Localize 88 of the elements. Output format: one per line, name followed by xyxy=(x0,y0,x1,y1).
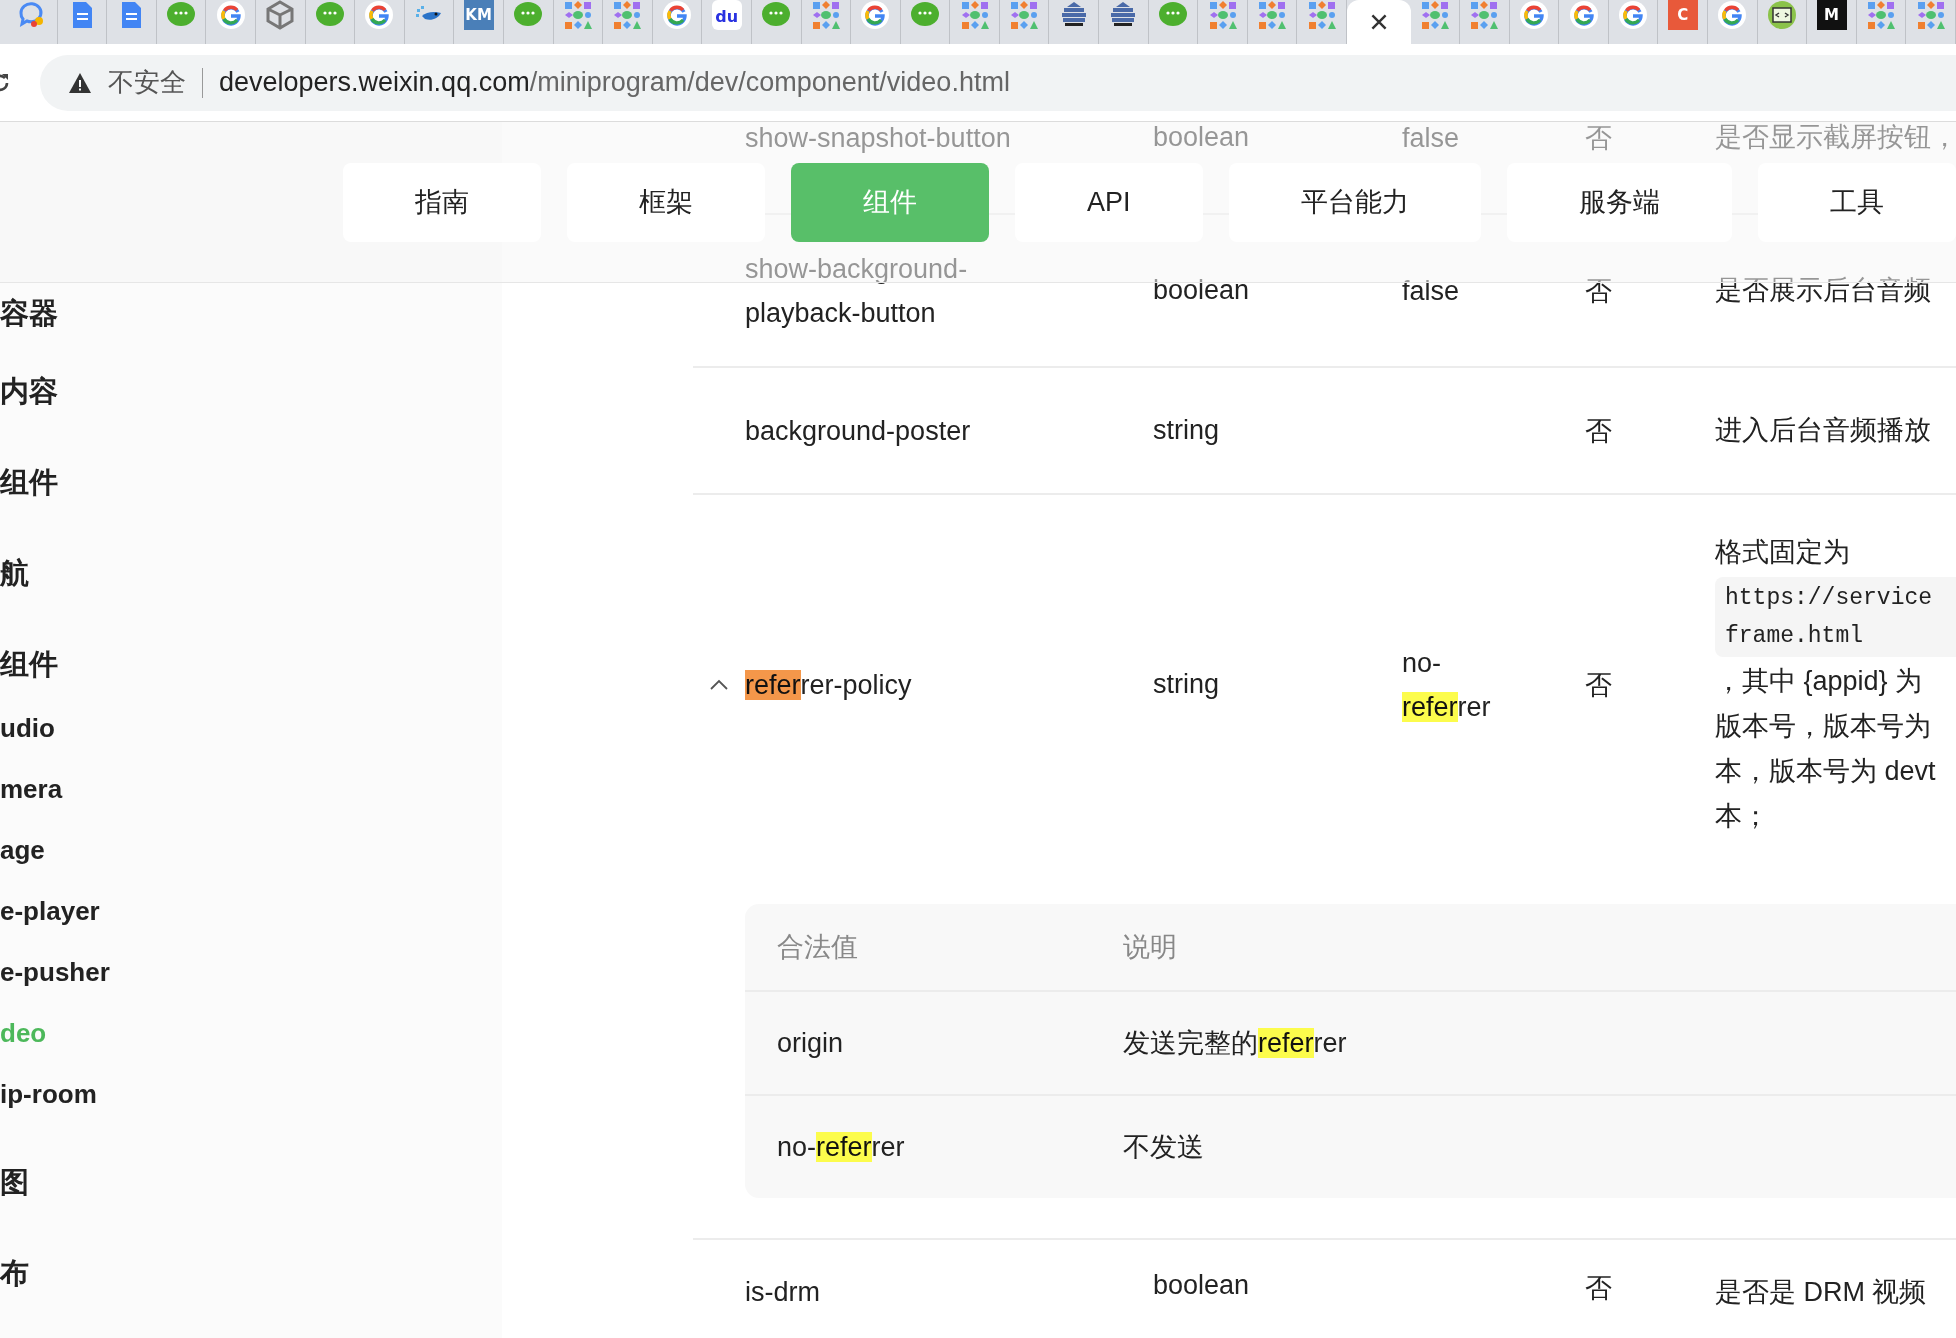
description-text: 格式固定为 xyxy=(1715,536,1851,569)
type-cell-text: boolean xyxy=(1153,122,1251,153)
logo-tile-icon: M xyxy=(1816,0,1847,30)
default-value: no- referrer xyxy=(1402,646,1492,724)
warning-icon xyxy=(68,71,92,94)
shapes-icon xyxy=(1257,0,1288,30)
shapes-icon xyxy=(1306,0,1337,30)
sidebar-item[interactable]: 布 xyxy=(0,1253,29,1294)
cube-icon xyxy=(265,0,296,30)
property-name: background-poster xyxy=(745,414,972,448)
code-window-icon xyxy=(1766,0,1797,30)
sidebar-item[interactable]: e-pusher xyxy=(0,957,110,988)
description-text: 本； xyxy=(1715,800,1770,833)
column-header: 合法值 xyxy=(777,931,859,964)
description-text: 是否显示截屏按钮， xyxy=(1715,122,1956,154)
sidebar-item[interactable]: 组件 xyxy=(0,644,58,685)
code-block: https://service frame.html xyxy=(1715,577,1956,657)
security-label: 不安全 xyxy=(108,66,186,99)
nav-tab[interactable]: 平台能力 xyxy=(1228,162,1481,242)
type-cell-text: boolean xyxy=(1153,1270,1251,1301)
shapes-icon xyxy=(1009,0,1040,30)
shapes-icon xyxy=(612,0,643,30)
property-name: is-drm xyxy=(745,1276,821,1309)
sidebar-item[interactable]: mera xyxy=(0,774,63,805)
sidebar-item[interactable]: 容器 xyxy=(0,294,58,334)
required-cell-text: 否 xyxy=(1585,274,1613,308)
shapes-icon xyxy=(1866,0,1897,30)
table-cell-text: origin xyxy=(777,1027,845,1059)
shapes-icon xyxy=(959,0,990,30)
default-value: false xyxy=(1402,274,1460,308)
g-logo-icon xyxy=(1519,0,1549,30)
type-cell-text: string xyxy=(1153,669,1221,700)
shapes-icon xyxy=(810,0,841,30)
sidebar-item[interactable]: udio xyxy=(0,713,55,744)
table-cell-text: 不发送 xyxy=(1123,1131,1204,1164)
g-logo-icon xyxy=(662,0,692,30)
g-logo-icon xyxy=(215,0,246,30)
nav-tab[interactable]: 工具 xyxy=(1757,162,1956,242)
nav-tab[interactable]: 指南 xyxy=(343,162,541,242)
g-logo-icon xyxy=(364,0,395,30)
type-cell-text: string xyxy=(1153,415,1221,446)
paw-icon: du xyxy=(711,0,742,30)
sidebar-item[interactable]: 图 xyxy=(0,1162,29,1203)
required-cell-text: 否 xyxy=(1585,414,1613,448)
browser-tab[interactable]: KM xyxy=(454,0,504,44)
chevron-up-icon[interactable] xyxy=(709,678,729,691)
browser-tab[interactable]: du xyxy=(702,0,752,44)
shapes-icon xyxy=(1915,0,1946,30)
shapes-icon xyxy=(1419,0,1450,30)
browser-tab[interactable] xyxy=(1347,0,1411,44)
sidebar-item[interactable]: 航 xyxy=(0,553,29,594)
column-header: 说明 xyxy=(1123,931,1177,964)
url-text: developers.weixin.qq.com/miniprogram/dev/component/video.html xyxy=(219,67,1010,98)
type-cell-text: boolean xyxy=(1153,275,1251,306)
description-text: ，其中 {appid} 为 xyxy=(1715,665,1924,698)
sidebar-item[interactable]: age xyxy=(0,835,45,866)
g-logo-icon xyxy=(1618,0,1649,30)
required-cell-text: 否 xyxy=(1585,1272,1613,1305)
logo-tile-icon: KM xyxy=(463,0,494,30)
shapes-icon xyxy=(562,0,593,30)
nav-tab[interactable]: 服务端 xyxy=(1506,162,1732,242)
g-logo-icon xyxy=(1717,0,1748,30)
sidebar-item[interactable]: 内容 xyxy=(0,371,58,412)
shapes-icon xyxy=(1207,0,1238,30)
table-cell-text: 发送完整的referrer xyxy=(1123,1027,1347,1060)
browser-tab[interactable]: M xyxy=(1807,0,1857,44)
property-name: referrer-policy xyxy=(745,668,913,702)
nav-tab[interactable]: 框架 xyxy=(567,162,765,242)
nav-tab[interactable]: API xyxy=(1015,162,1203,242)
property-name: show-snapshot-button xyxy=(745,122,1012,155)
sidebar-item[interactable]: e-player xyxy=(0,896,100,927)
g-logo-icon xyxy=(1568,0,1599,30)
table-cell-text: no-referrer xyxy=(777,1131,906,1163)
required-cell-text: 否 xyxy=(1585,668,1613,702)
description-text: 本，版本号为 devt xyxy=(1715,755,1937,788)
shapes-icon xyxy=(1469,0,1500,30)
browser-tab[interactable]: C xyxy=(1658,0,1709,44)
default-value: false xyxy=(1402,122,1460,155)
logo-tile-icon: C xyxy=(1667,0,1698,30)
property-name: show-background-playback-button xyxy=(745,252,969,330)
required-cell-text: 否 xyxy=(1585,122,1613,155)
description-text: 版本号，版本号为 xyxy=(1715,710,1932,743)
sidebar-item[interactable]: 组件 xyxy=(0,462,58,503)
description-text: 是否是 DRM 视频 xyxy=(1715,1276,1928,1309)
description-text: 进入后台音频播放 xyxy=(1715,414,1932,447)
sidebar-item[interactable]: ip-room xyxy=(0,1079,97,1110)
address-bar[interactable]: 不安全 developers.weixin.qq.com/miniprogram/dev/component/video.html xyxy=(40,54,1956,111)
g-logo-icon xyxy=(860,0,891,30)
